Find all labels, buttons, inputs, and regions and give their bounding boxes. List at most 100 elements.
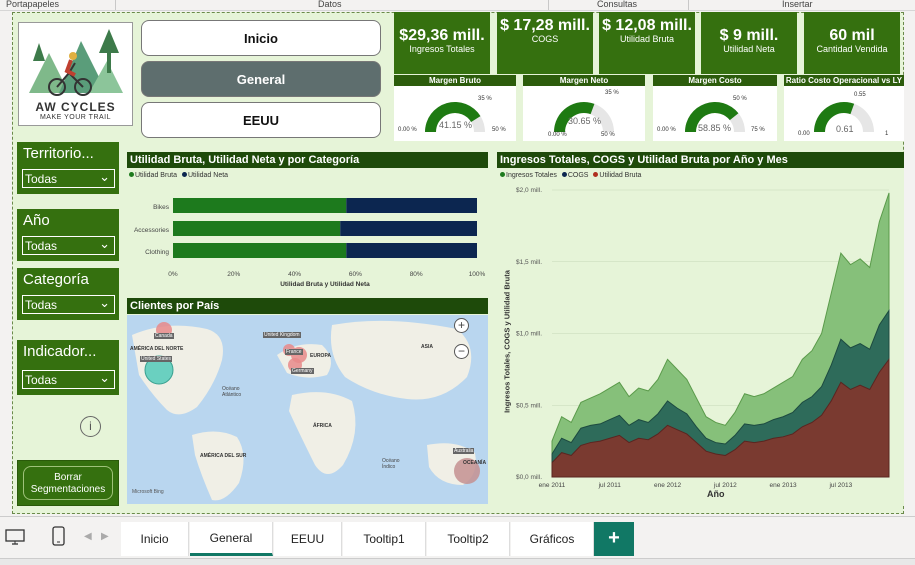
area-chart-title: Ingresos Totales, COGS y Utilidad Bruta … bbox=[497, 152, 904, 168]
area-x-tick: jul 2013 bbox=[828, 482, 852, 489]
bar-chart-title: Utilidad Bruta, Utilidad Neta y por Cate… bbox=[127, 152, 488, 168]
slicer-dropdown-territorio[interactable]: Todas ⌄ bbox=[22, 169, 115, 188]
area-x-tick: jul 2012 bbox=[713, 482, 737, 489]
area-x-tick: ene 2013 bbox=[770, 482, 797, 489]
map-label-indian-ocean: Océano Índico bbox=[382, 458, 400, 470]
map-label-germany: Germany bbox=[291, 368, 314, 374]
gauge-title: Ratio Costo Operacional vs LY bbox=[784, 75, 904, 86]
map-label-atlantic: Océano Atlántico bbox=[222, 386, 242, 398]
kpi-value: 60 mil bbox=[829, 27, 875, 44]
slicer-dropdown-indicador[interactable]: Todas ⌄ bbox=[22, 370, 115, 389]
world-map[interactable] bbox=[127, 315, 488, 504]
kpi-value: $29,36 mill. bbox=[399, 27, 485, 44]
tab-tooltip1[interactable]: Tooltip1 bbox=[343, 522, 426, 556]
kpi-value: $ 17,28 mill. bbox=[500, 17, 590, 34]
bar-segment[interactable] bbox=[173, 221, 341, 236]
desktop-view-icon[interactable] bbox=[5, 529, 25, 545]
area-x-tick: jul 2011 bbox=[598, 482, 622, 489]
gauge-min: 0.00 % bbox=[657, 127, 676, 133]
gauge-target: 35 % bbox=[605, 90, 619, 96]
bar-x-tick: 80% bbox=[410, 271, 423, 278]
slicer-value: Todas bbox=[25, 298, 58, 312]
gauge-min: 0.00 % bbox=[398, 127, 417, 133]
bar-segment[interactable] bbox=[346, 198, 477, 213]
slicer-value: Todas bbox=[25, 373, 58, 387]
bar-segment[interactable] bbox=[340, 221, 477, 236]
kpi-card-cantidad: 60 mil Cantidad Vendida bbox=[804, 12, 900, 74]
map-label-africa: ÁFRICA bbox=[313, 423, 332, 429]
area-chart-ylabel: Ingresos Totales, COGS y Utilidad Bruta bbox=[502, 270, 512, 413]
bar-segment[interactable] bbox=[346, 243, 477, 258]
chevron-down-icon: ⌄ bbox=[99, 370, 110, 385]
slicer-dropdown-categoria[interactable]: Todas ⌄ bbox=[22, 295, 115, 314]
nav-button-inicio[interactable]: Inicio bbox=[141, 20, 381, 56]
slicer-indicador: Indicador... Todas ⌄ bbox=[17, 340, 119, 395]
kpi-label: Cantidad Vendida bbox=[816, 44, 888, 54]
bar-chart-svg: Bikes Accessories Clothing 0% 20% 40% 60% 80% 10… bbox=[134, 198, 486, 288]
gauge-min: 0.00 % bbox=[548, 132, 567, 138]
map-label-europe: EUROPA bbox=[310, 353, 332, 359]
kpi-value: $ 12,08 mill. bbox=[602, 17, 692, 34]
clear-slicers-button[interactable]: Borrar Segmentaciones bbox=[17, 460, 119, 506]
slicer-value: Todas bbox=[25, 172, 58, 186]
ribbon-group-labels: Portapapeles Datos Consultas Insertar bbox=[0, 0, 915, 11]
gauge-value: 30.65 % bbox=[568, 116, 602, 126]
gauge-title: Margen Bruto bbox=[394, 75, 516, 86]
tab-tooltip2[interactable]: Tooltip2 bbox=[427, 522, 510, 556]
slicer-dropdown-ano[interactable]: Todas ⌄ bbox=[22, 236, 115, 255]
add-page-button[interactable]: + bbox=[594, 522, 634, 556]
bar-x-tick: 60% bbox=[349, 271, 362, 278]
gauge-target: 0.55 bbox=[854, 92, 866, 98]
ribbon-group-clipboard[interactable]: Portapapeles bbox=[6, 0, 59, 9]
kpi-label: COGS bbox=[531, 34, 559, 44]
tab-general[interactable]: General bbox=[190, 522, 273, 556]
map-label-france: France bbox=[285, 349, 303, 355]
bar-segment[interactable] bbox=[173, 243, 347, 258]
gauge-max: 1 bbox=[885, 131, 889, 137]
gauge-arc bbox=[554, 101, 614, 132]
gauge-min: 0.00 bbox=[798, 131, 810, 137]
chevron-down-icon: ⌄ bbox=[99, 169, 110, 184]
gauge-max: 50 % bbox=[492, 127, 506, 133]
aw-cycles-logo: AW CYCLES MAKE YOUR TRAIL bbox=[18, 22, 133, 126]
legend-utilidad-bruta-area: Utilidad Bruta bbox=[599, 172, 642, 179]
map-label-canada: Canada bbox=[154, 333, 174, 339]
kpi-card-cogs: $ 17,28 mill. COGS bbox=[497, 12, 593, 74]
info-icon[interactable]: i bbox=[80, 416, 101, 437]
gauge-margen-neto: Margen Neto 30.65 % 0.00 % 50 % 35 % bbox=[523, 75, 645, 141]
gauge-margen-bruto: Margen Bruto 41.15 % 0.00 % 50 % 35 % bbox=[394, 75, 516, 141]
zoom-out-button[interactable]: − bbox=[454, 344, 469, 359]
kpi-card-ingresos: $29,36 mill. Ingresos Totales bbox=[394, 12, 490, 74]
area-chart-xlabel: Año bbox=[707, 489, 725, 499]
nav-button-eeuu[interactable]: EEUU bbox=[141, 102, 381, 138]
bar-category-label: Clothing bbox=[145, 249, 169, 256]
bar-x-axis-label: Utilidad Bruta y Utilidad Neta bbox=[280, 281, 370, 288]
nav-button-general[interactable]: General bbox=[141, 61, 381, 97]
gauge-title: Margen Neto bbox=[523, 75, 645, 86]
bar-segment[interactable] bbox=[173, 198, 347, 213]
kpi-label: Utilidad Bruta bbox=[619, 34, 675, 44]
logo-tagline-text: MAKE YOUR TRAIL bbox=[39, 114, 112, 121]
tab-eeuu[interactable]: EEUU bbox=[274, 522, 342, 556]
area-x-tick: ene 2012 bbox=[654, 482, 681, 489]
mobile-view-icon[interactable] bbox=[52, 526, 65, 546]
kpi-label: Utilidad Neta bbox=[723, 44, 775, 54]
clear-slicers-label: Borrar Segmentaciones bbox=[23, 466, 113, 500]
bar-category-label: Bikes bbox=[153, 204, 170, 211]
ribbon-group-data[interactable]: Datos bbox=[318, 0, 342, 9]
chevron-down-icon: ⌄ bbox=[99, 295, 110, 310]
area-chart-panel: Ingresos Totales, COGS y Utilidad Bruta … bbox=[497, 152, 904, 505]
gauge-value: 0.61 bbox=[836, 124, 854, 134]
zoom-in-button[interactable]: + bbox=[454, 318, 469, 333]
scroll-left-icon[interactable]: ◀ bbox=[84, 531, 92, 542]
status-bar bbox=[0, 558, 915, 565]
scroll-right-icon[interactable]: ▶ bbox=[101, 531, 109, 542]
kpi-card-utilidad-neta: $ 9 mill. Utilidad Neta bbox=[701, 12, 797, 74]
tab-inicio[interactable]: Inicio bbox=[121, 522, 189, 556]
ribbon-group-queries[interactable]: Consultas bbox=[597, 0, 637, 9]
ribbon-group-insert[interactable]: Insertar bbox=[782, 0, 813, 9]
kpi-value: $ 9 mill. bbox=[719, 27, 779, 44]
tab-graficos[interactable]: Gráficos bbox=[511, 522, 594, 556]
area-y-tick: $0,0 mill. bbox=[516, 474, 542, 481]
page-tab-bar: ◀ ▶ Inicio General EEUU Tooltip1 Tooltip… bbox=[0, 516, 915, 558]
